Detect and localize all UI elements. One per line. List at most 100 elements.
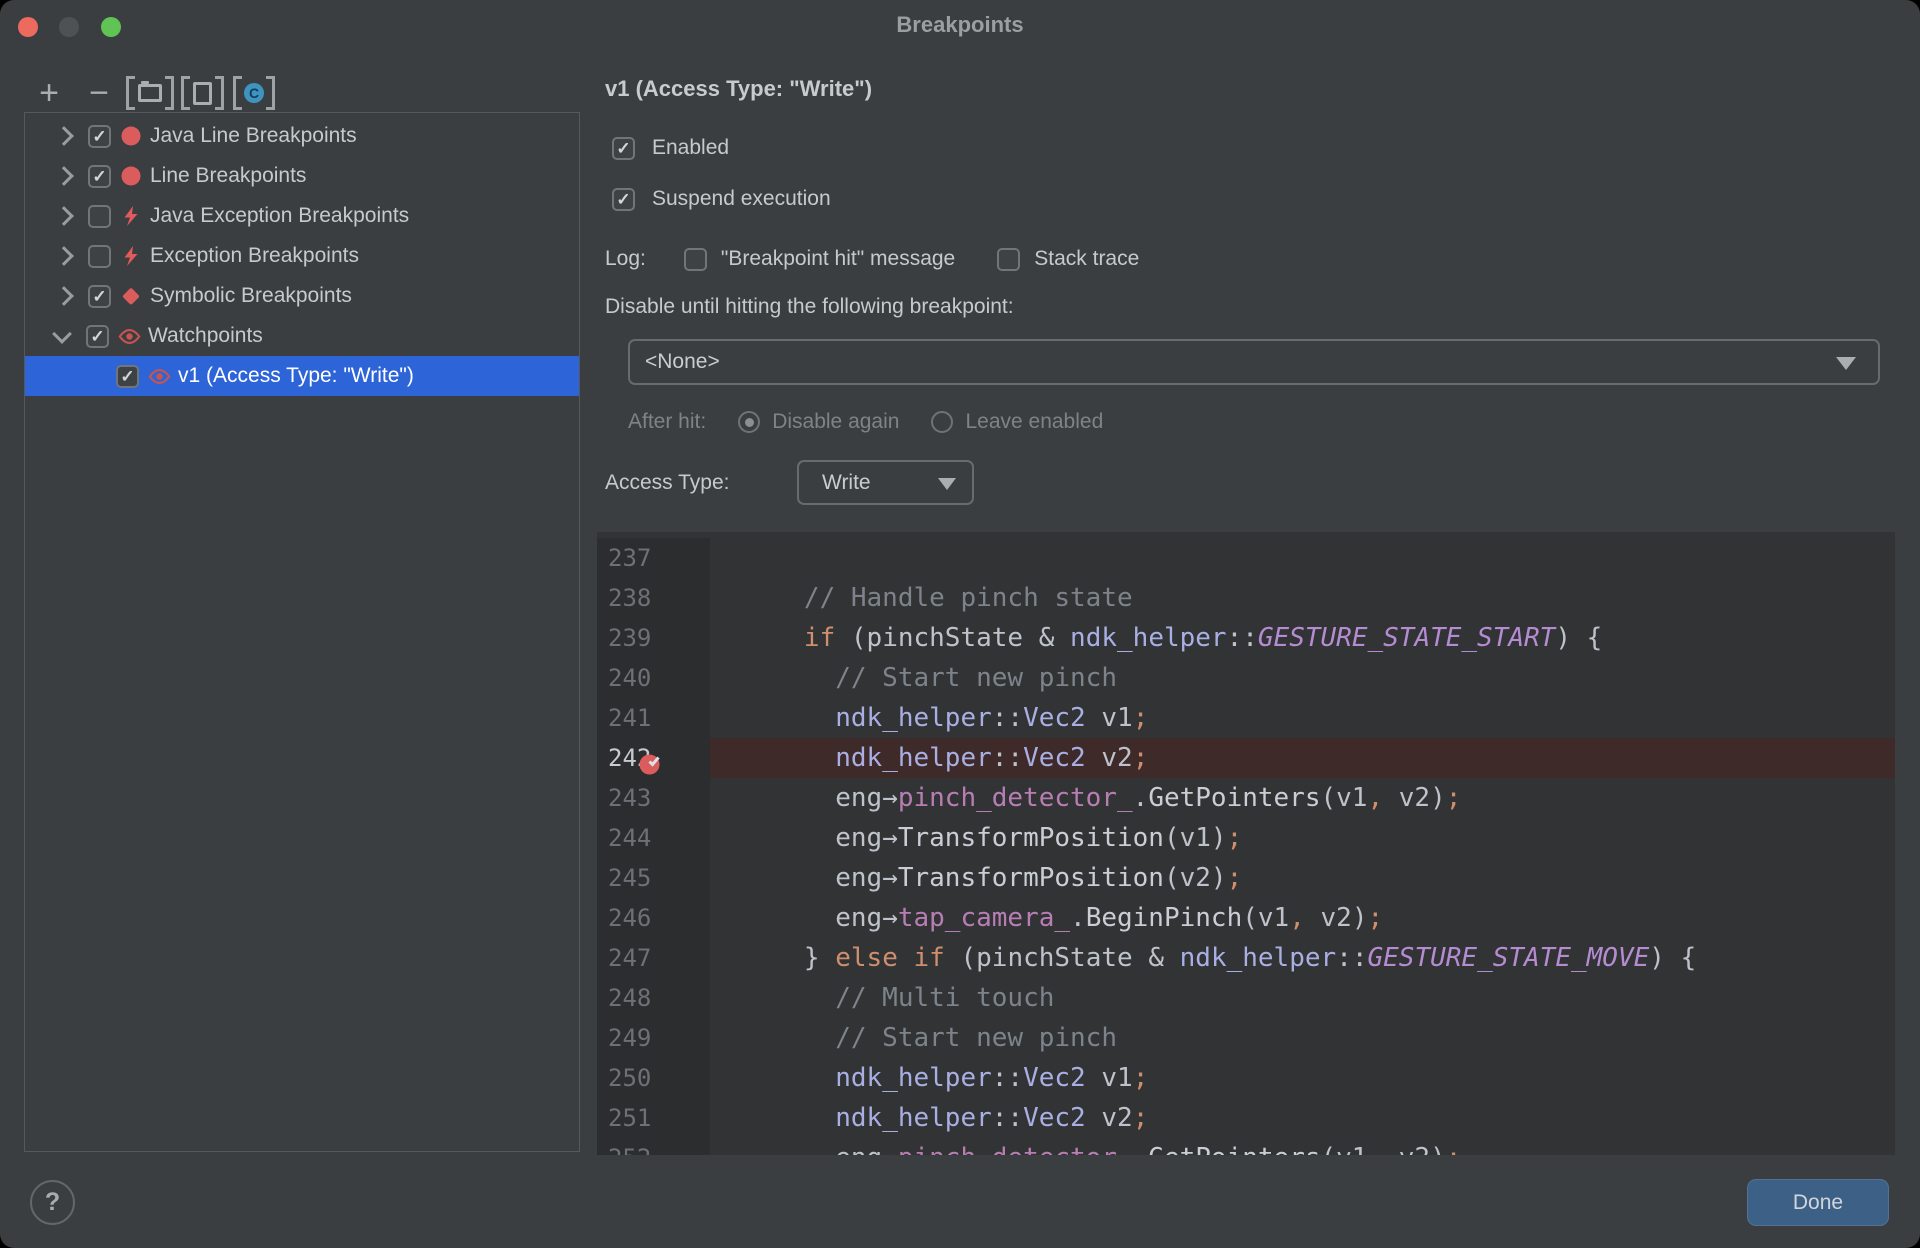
line-number: 249 xyxy=(597,1018,710,1058)
chevron-right-icon[interactable] xyxy=(54,206,74,226)
leave-enabled-label: Leave enabled xyxy=(965,410,1104,433)
window-title: Breakpoints xyxy=(896,12,1024,37)
code-line-240: 240 // Start new pinch xyxy=(597,658,1895,698)
code-line-text: ndk_helper::Vec2 v2; xyxy=(835,1103,1149,1133)
tree-item-2[interactable]: ✓ Java Exception Breakpoints xyxy=(25,196,579,236)
code-line-252: 252 eng→pinch_detector_.GetPointers(v1, … xyxy=(597,1138,1895,1155)
chevron-right-icon[interactable] xyxy=(54,286,74,306)
line-number: 248 xyxy=(597,978,710,1018)
tree-item-label: v1 (Access Type: "Write") xyxy=(178,364,414,387)
circle-icon xyxy=(118,165,144,187)
detail-header: v1 (Access Type: "Write") xyxy=(605,76,873,101)
code-line-244: 244 eng→TransformPosition(v1); xyxy=(597,818,1895,858)
line-number: 251 xyxy=(597,1098,710,1138)
chevron-down-icon[interactable] xyxy=(52,324,72,344)
tree-item-1[interactable]: ✓ Line Breakpoints xyxy=(25,156,579,196)
code-line-text: } else if (pinchState & ndk_helper::GEST… xyxy=(710,943,1697,973)
eye-icon xyxy=(146,364,172,389)
minus-icon: − xyxy=(89,73,109,112)
tree-item-checkbox[interactable]: ✓ xyxy=(86,324,109,348)
tree-item-checkbox[interactable]: ✓ xyxy=(116,364,139,388)
code-line-text: ndk_helper::Vec2 v1; xyxy=(835,1063,1149,1093)
line-number: 246 xyxy=(597,898,710,938)
tree-item-checkbox[interactable]: ✓ xyxy=(88,124,111,148)
disable-until-dropdown[interactable]: <None> xyxy=(628,339,1880,385)
code-line-242: 242 ndk_helper::Vec2 v2; xyxy=(597,738,1895,778)
code-line-243: 243 eng→pinch_detector_.GetPointers(v1, … xyxy=(597,778,1895,818)
code-line-text: eng→TransformPosition(v1); xyxy=(710,823,1243,853)
code-line-250: 250 ndk_helper::Vec2 v1; xyxy=(597,1058,1895,1098)
tree-item-label: Exception Breakpoints xyxy=(150,244,359,267)
chevron-right-icon[interactable] xyxy=(54,126,74,146)
access-type-label: Access Type: xyxy=(605,470,730,494)
code-line-text: // Start new pinch xyxy=(710,1023,1117,1053)
add-breakpoint-button[interactable]: + xyxy=(24,73,74,112)
log-row: Log: ✓ "Breakpoint hit" message ✓ Stack … xyxy=(605,247,1139,271)
tree-item-label: Java Line Breakpoints xyxy=(150,124,357,147)
move-to-group-button[interactable] xyxy=(124,75,176,111)
code-line-238: 238 // Handle pinch state xyxy=(597,578,1895,618)
move-to-file-group-button[interactable] xyxy=(176,75,228,111)
breakpoint-hit-message-checkbox[interactable]: ✓ xyxy=(683,247,707,271)
breakpoints-dialog: Breakpoints + − C ✓ Java Line Breakpoints… xyxy=(0,0,1920,1248)
line-number: 243 xyxy=(597,778,710,818)
tree-item-checkbox[interactable]: ✓ xyxy=(88,284,111,308)
line-number: 241 xyxy=(597,698,710,738)
eye-icon xyxy=(116,324,142,349)
tree-item-4[interactable]: ✓ Symbolic Breakpoints xyxy=(25,276,579,316)
suspend-execution-checkbox[interactable]: ✓ xyxy=(612,187,635,211)
disable-again-radio[interactable] xyxy=(738,411,761,433)
disable-again-label: Disable again xyxy=(772,410,900,433)
question-mark-icon: ? xyxy=(44,1188,61,1216)
access-type-dropdown[interactable]: Write xyxy=(797,460,974,505)
line-number: 245 xyxy=(597,858,710,898)
code-line-text: ndk_helper::Vec2 v2; xyxy=(710,738,1895,778)
tree-item-checkbox[interactable]: ✓ xyxy=(88,244,111,268)
access-type-value: Write xyxy=(822,470,871,494)
log-label: Log: xyxy=(605,247,646,270)
enabled-label: Enabled xyxy=(652,136,730,159)
code-line-text: eng→pinch_detector_.GetPointers(v1, v2); xyxy=(710,1138,1895,1155)
group-by-class-button[interactable]: C xyxy=(228,75,280,111)
tree-item-label: Java Exception Breakpoints xyxy=(150,204,410,227)
code-line-text: eng→pinch_detector_.GetPointers(v1, v2); xyxy=(710,783,1462,813)
code-line-251: 251 ndk_helper::Vec2 v2; xyxy=(597,1098,1895,1138)
code-line-text: ndk_helper::Vec2 v1; xyxy=(835,703,1149,733)
group-file-icon xyxy=(176,75,228,111)
code-line-247: 247 } else if (pinchState & ndk_helper::… xyxy=(597,938,1895,978)
code-line-text xyxy=(710,538,1895,578)
watchpoint-badge-icon[interactable] xyxy=(639,747,661,775)
tree-item-6[interactable]: ✓ v1 (Access Type: "Write") xyxy=(25,356,579,396)
plus-icon: + xyxy=(39,73,59,112)
remove-breakpoint-button[interactable]: − xyxy=(74,73,124,112)
tree-item-label: Symbolic Breakpoints xyxy=(150,284,352,307)
code-line-246: 246 eng→tap_camera_.BeginPinch(v1, v2); xyxy=(597,898,1895,938)
breakpoint-hit-message-label: "Breakpoint hit" message xyxy=(720,247,956,270)
tree-item-checkbox[interactable]: ✓ xyxy=(88,164,111,188)
dropdown-arrow-icon xyxy=(938,478,956,490)
code-line-text: // Handle pinch state xyxy=(710,583,1133,613)
code-line-text: eng→TransformPosition(v2); xyxy=(710,863,1243,893)
done-button[interactable]: Done xyxy=(1747,1179,1889,1226)
code-preview[interactable]: 237 238 // Handle pinch state 239 if (pinc… xyxy=(597,532,1895,1155)
line-number: 239 xyxy=(597,618,710,658)
tree-item-3[interactable]: ✓ Exception Breakpoints xyxy=(25,236,579,276)
tree-item-checkbox[interactable]: ✓ xyxy=(88,204,111,228)
chevron-right-icon[interactable] xyxy=(54,246,74,266)
line-number: 242 xyxy=(597,738,710,778)
code-line-text: eng→tap_camera_.BeginPinch(v1, v2); xyxy=(710,903,1384,933)
tree-item-0[interactable]: ✓ Java Line Breakpoints xyxy=(25,116,579,156)
leave-enabled-radio[interactable] xyxy=(931,411,954,433)
group-class-icon: C xyxy=(228,75,280,111)
line-number: 237 xyxy=(597,538,710,578)
breakpoints-tree[interactable]: ✓Java Line Breakpoints✓Line Breakpoints✓… xyxy=(24,112,580,1152)
stack-trace-checkbox[interactable]: ✓ xyxy=(997,247,1021,271)
tree-item-5[interactable]: ✓ Watchpoints xyxy=(25,316,579,356)
enabled-checkbox[interactable]: ✓ xyxy=(612,136,635,160)
help-button[interactable]: ? xyxy=(30,1180,75,1225)
chevron-right-icon[interactable] xyxy=(54,166,74,186)
line-number: 244 xyxy=(597,818,710,858)
code-line-text: if (pinchState & ndk_helper::GESTURE_STA… xyxy=(803,623,1603,653)
group-folder-icon xyxy=(124,75,176,111)
diamond-icon xyxy=(118,284,144,308)
